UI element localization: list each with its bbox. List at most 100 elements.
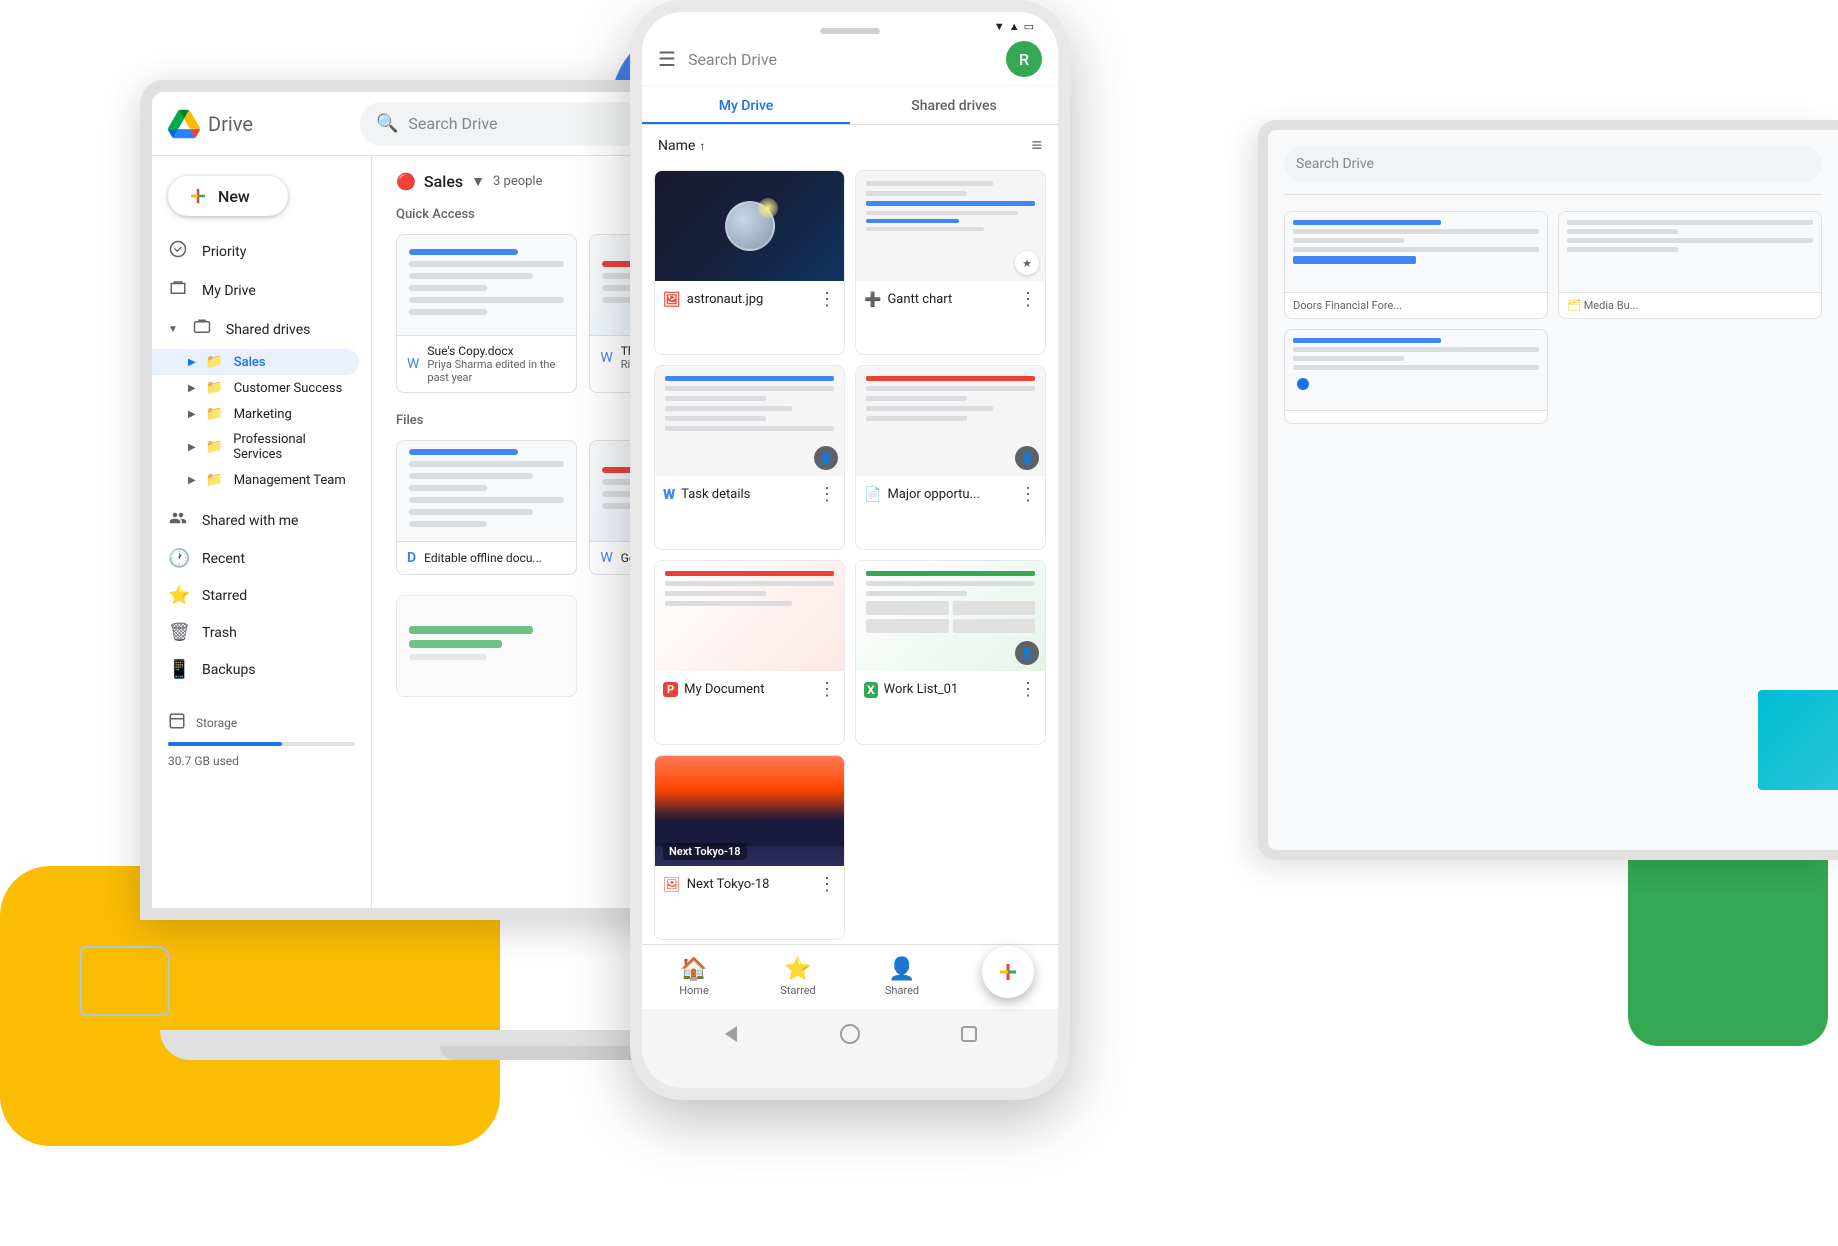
task-details-more-icon[interactable]: ⋮: [818, 484, 836, 505]
ps-expand-icon: ▶: [188, 442, 196, 453]
new-button[interactable]: New: [168, 176, 288, 216]
astronaut-thumb: [655, 171, 844, 281]
my-document-more-icon[interactable]: ⋮: [818, 679, 836, 700]
folder-dropdown-icon[interactable]: ▼: [471, 173, 485, 190]
bg-laptop-search-text: Search Drive: [1296, 156, 1374, 172]
folder-people: 3 people: [493, 174, 543, 189]
sidebar-item-shared-drives[interactable]: ▼ Shared drives: [152, 310, 359, 349]
ps-label: Professional Services: [233, 432, 355, 462]
astronaut-more-icon[interactable]: ⋮: [818, 289, 836, 310]
recents-square-icon: [961, 1026, 977, 1042]
next-tokyo-info: 🖼 Next Tokyo-18 ⋮: [655, 866, 844, 903]
starred-icon: ⭐: [168, 585, 188, 606]
next-tokyo-filename: Next Tokyo-18: [687, 877, 770, 892]
priority-icon: [168, 240, 188, 263]
mt-label: Management Team: [234, 473, 346, 488]
sidebar-item-customer-success[interactable]: ▶ 📁 Customer Success: [152, 375, 371, 401]
sidebar-item-professional-services[interactable]: ▶ 📁 Professional Services: [152, 427, 371, 467]
phone-outer: ▼ ▲ ▭ ☰ Search Drive R My Drive: [630, 0, 1070, 1100]
astronaut-helmet: [725, 201, 775, 251]
phone-nav-starred[interactable]: ⭐ Starred: [746, 953, 850, 1001]
starred-nav-icon: ⭐: [784, 957, 811, 982]
tab-shared-drives[interactable]: Shared drives: [850, 86, 1058, 124]
storage-bar-fill: [168, 742, 282, 746]
phone-toolbar: ☰ Search Drive R: [642, 33, 1058, 86]
sidebar-item-sales[interactable]: ▶ 📁 Sales: [152, 349, 359, 375]
home-button[interactable]: [838, 1022, 862, 1046]
work-list-more-icon[interactable]: ⋮: [1019, 679, 1037, 700]
recents-button[interactable]: [957, 1022, 981, 1046]
storage-icon: [168, 712, 186, 734]
backups-icon: 📱: [168, 659, 188, 680]
my-document-thumb: [655, 561, 844, 671]
file-card-editable[interactable]: D Editable offline docu...: [396, 440, 577, 575]
doc-icon-4: W: [600, 550, 612, 566]
phone-file-card-astronaut[interactable]: 🖼 astronaut.jpg ⋮: [654, 170, 845, 355]
bg-file-card-3-info: [1285, 410, 1547, 423]
astronaut-filename: astronaut.jpg: [687, 292, 764, 307]
gantt-name-row: ➕ Gantt chart: [864, 292, 952, 308]
home-nav-label: Home: [679, 984, 709, 997]
major-opportu-name-row: 📄 Major opportu...: [864, 487, 980, 503]
phone-nav-shared[interactable]: 👤 Shared: [850, 953, 954, 1001]
bg-file-card-3[interactable]: [1284, 329, 1548, 424]
hamburger-icon[interactable]: ☰: [658, 47, 676, 71]
major-opportu-thumb: 👤: [856, 366, 1045, 476]
phone-file-card-task-details[interactable]: 👤 W Task details ⋮: [654, 365, 845, 550]
name-sort-button[interactable]: Name ↑: [658, 138, 705, 154]
back-button[interactable]: [719, 1022, 743, 1046]
storage-label: Storage: [196, 716, 237, 730]
sidebar-item-my-drive[interactable]: My Drive: [152, 271, 359, 310]
drive-logo-text: Drive: [208, 112, 253, 136]
my-document-type-icon: P: [663, 682, 678, 697]
major-opportu-type-icon: 📄: [864, 487, 881, 503]
major-opportu-more-icon[interactable]: ⋮: [1019, 484, 1037, 505]
doc-icon-2: W: [600, 350, 612, 366]
phone-file-card-gantt[interactable]: ★ ➕ Gantt chart ⋮: [855, 170, 1046, 355]
sales-folder-icon: 📁: [206, 354, 224, 370]
list-view-icon[interactable]: ≡: [1031, 135, 1042, 156]
phone-file-card-major-opportu[interactable]: 👤 📄 Major opportu... ⋮: [855, 365, 1046, 550]
sidebar-item-shared-with-me[interactable]: Shared with me: [152, 501, 359, 540]
work-list-thumb: 👤: [856, 561, 1045, 671]
my-document-filename: My Document: [684, 682, 764, 697]
file-card-sues-copy[interactable]: W Sue's Copy.docx Priya Sharma edited in…: [396, 234, 577, 393]
sidebar-item-management-team[interactable]: ▶ 📁 Management Team: [152, 467, 371, 493]
sidebar-item-recent[interactable]: 🕐 Recent: [152, 540, 359, 577]
people-icon-2: 👤: [1020, 452, 1034, 465]
bg-file-card-1[interactable]: Doors Financial Fore...: [1284, 211, 1548, 319]
gantt-more-icon[interactable]: ⋮: [1019, 289, 1037, 310]
task-details-name-row: W Task details: [663, 487, 750, 503]
priority-label: Priority: [202, 244, 246, 260]
phone-avatar[interactable]: R: [1006, 41, 1042, 77]
sidebar-item-trash[interactable]: 🗑 Trash: [152, 614, 359, 651]
sidebar-item-marketing[interactable]: ▶ 📁 Marketing: [152, 401, 371, 427]
cs-folder-icon: 📁: [206, 380, 224, 396]
bg-laptop-search[interactable]: Search Drive: [1284, 146, 1822, 182]
phone-fab[interactable]: [982, 946, 1034, 998]
shared-drives-icon: [192, 318, 212, 341]
tab-my-drive-label: My Drive: [719, 98, 774, 114]
next-tokyo-label: Next Tokyo-18: [663, 843, 747, 860]
sidebar-item-priority[interactable]: Priority: [152, 232, 359, 271]
my-document-info: P My Document ⋮: [655, 671, 844, 708]
next-tokyo-more-icon[interactable]: ⋮: [818, 874, 836, 895]
people-icon-3: 👤: [1020, 647, 1034, 660]
sidebar-item-starred[interactable]: ⭐ Starred: [152, 577, 359, 614]
phone-file-card-my-document[interactable]: P My Document ⋮: [654, 560, 845, 745]
search-icon: 🔍: [376, 113, 398, 134]
phone-file-card-next-tokyo[interactable]: Next Tokyo-18 🖼 Next Tokyo-18 ⋮: [654, 755, 845, 940]
phone-nav-home[interactable]: 🏠 Home: [642, 953, 746, 1001]
phone-search-bar[interactable]: Search Drive: [688, 50, 994, 69]
sun-flare: [758, 198, 778, 218]
teal-doc-shape: [1758, 690, 1838, 790]
task-details-people-badge: 👤: [814, 446, 838, 470]
tab-my-drive[interactable]: My Drive: [642, 86, 850, 124]
sort-arrow-icon: ↑: [699, 139, 705, 153]
sidebar-item-backups[interactable]: 📱 Backups: [152, 651, 359, 688]
phone-home-bar: [642, 1009, 1058, 1059]
bg-file-card-2[interactable]: 🗂 Media Bu...: [1558, 211, 1822, 319]
phone-file-card-work-list[interactable]: 👤 X Work List_01 ⋮: [855, 560, 1046, 745]
astronaut-info: 🖼 astronaut.jpg ⋮: [655, 281, 844, 318]
file-card-extra-1[interactable]: [396, 595, 577, 697]
